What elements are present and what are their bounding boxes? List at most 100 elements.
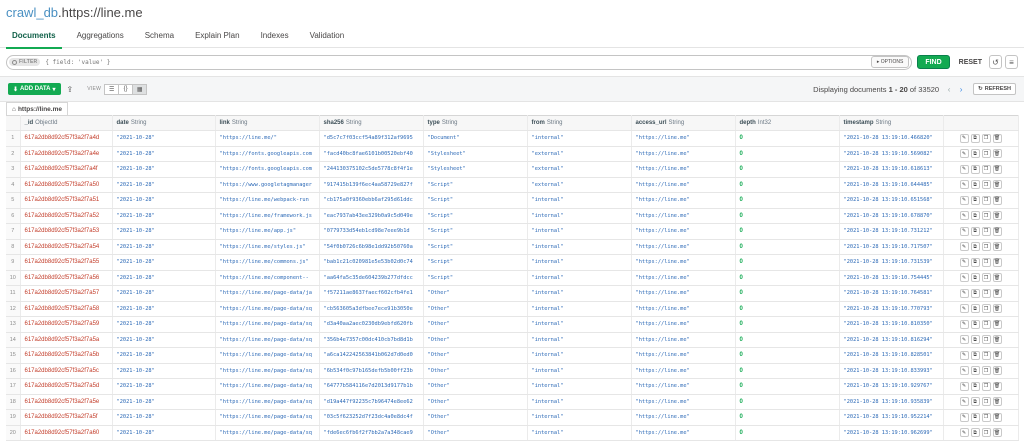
clone-icon[interactable]: ❐	[981, 335, 991, 345]
cell-access-url[interactable]: "https://line.me"	[631, 270, 736, 286]
cell-from[interactable]: "internal"	[527, 130, 632, 147]
cell-id[interactable]: 617a2db8d92cf57f3a2f7a52	[20, 208, 113, 224]
cell-access-url[interactable]: "https://line.me"	[631, 285, 736, 302]
tab-aggregations[interactable]: Aggregations	[71, 27, 130, 48]
cell-depth[interactable]: 0	[735, 208, 840, 224]
clone-icon[interactable]: ❐	[981, 149, 991, 159]
add-data-button[interactable]: ⬇ ADD DATA ▾	[8, 83, 61, 95]
cell-type[interactable]: "Other"	[423, 394, 528, 410]
cell-access-url[interactable]: "https://line.me"	[631, 332, 736, 348]
edit-icon[interactable]: ✎	[959, 412, 969, 422]
cell-link[interactable]: "https://line.me/page-data/sq	[215, 301, 320, 317]
edit-icon[interactable]: ✎	[959, 149, 969, 159]
cell-date[interactable]: "2021-10-28"	[112, 177, 216, 193]
history-icon[interactable]: ↺	[989, 55, 1002, 69]
cell-date[interactable]: "2021-10-28"	[112, 394, 216, 410]
cell-id[interactable]: 617a2db8d92cf57f3a2f7a56	[20, 270, 113, 286]
copy-icon[interactable]: ⧉	[970, 350, 980, 360]
tab-documents[interactable]: Documents	[6, 27, 62, 49]
cell-type[interactable]: "Document"	[423, 130, 528, 147]
database-link[interactable]: crawl_db	[6, 5, 58, 20]
cell-type[interactable]: "Script"	[423, 254, 528, 271]
cell-sha256[interactable]: "917415b139f6ec4aa58729e827f	[319, 177, 424, 193]
cell-timestamp[interactable]: "2021-10-28 13:19:10.816294"	[839, 332, 944, 348]
cell-sha256[interactable]: "6b534f0c97b165defb5b00ff23b	[319, 363, 424, 379]
cell-sha256[interactable]: "bab1c21c020981e5e53b02d0c74	[319, 254, 424, 271]
cell-link[interactable]: "https://line.me/framework.js	[215, 208, 320, 224]
cell-depth[interactable]: 0	[735, 363, 840, 379]
delete-icon[interactable]: 🗑	[992, 195, 1002, 205]
next-page-icon[interactable]: ›	[955, 84, 967, 95]
cell-type[interactable]: "Other"	[423, 425, 528, 441]
edit-icon[interactable]: ✎	[959, 397, 969, 407]
cell-depth[interactable]: 0	[735, 425, 840, 441]
cell-from[interactable]: "internal"	[527, 394, 632, 410]
clone-icon[interactable]: ❐	[981, 273, 991, 283]
cell-id[interactable]: 617a2db8d92cf57f3a2f7a58	[20, 301, 113, 317]
cell-timestamp[interactable]: "2021-10-28 13:19:10.929767"	[839, 378, 944, 395]
cell-type[interactable]: "Script"	[423, 208, 528, 224]
cell-depth[interactable]: 0	[735, 301, 840, 317]
cell-depth[interactable]: 0	[735, 347, 840, 364]
cell-timestamp[interactable]: "2021-10-28 13:19:10.754445"	[839, 270, 944, 286]
cell-from[interactable]: "internal"	[527, 192, 632, 209]
column-header[interactable]: sha256 String	[319, 115, 424, 131]
cell-sha256[interactable]: "aa64fa5c35de604239b277dfdcc	[319, 270, 424, 286]
column-header[interactable]: depth Int32	[735, 115, 840, 131]
cell-type[interactable]: "Other"	[423, 347, 528, 364]
cell-access-url[interactable]: "https://line.me"	[631, 347, 736, 364]
cell-timestamp[interactable]: "2021-10-28 13:19:10.935839"	[839, 394, 944, 410]
cell-from[interactable]: "internal"	[527, 223, 632, 240]
cell-timestamp[interactable]: "2021-10-28 13:19:10.569082"	[839, 146, 944, 162]
copy-icon[interactable]: ⧉	[970, 273, 980, 283]
cell-access-url[interactable]: "https://line.me"	[631, 192, 736, 209]
column-header[interactable]: type String	[423, 115, 528, 131]
cell-sha256[interactable]: "cb563605a3dfbee7ece91b3050e	[319, 301, 424, 317]
cell-sha256[interactable]: "f57211ae8637faecf602cfb4fe1	[319, 285, 424, 302]
copy-icon[interactable]: ⧉	[970, 304, 980, 314]
list-view-icon[interactable]: ☰	[104, 83, 120, 95]
cell-date[interactable]: "2021-10-28"	[112, 223, 216, 240]
clone-icon[interactable]: ❐	[981, 412, 991, 422]
cell-timestamp[interactable]: "2021-10-28 13:19:10.717507"	[839, 239, 944, 255]
cell-link[interactable]: "https://line.me/webpack-run	[215, 192, 320, 209]
cell-id[interactable]: 617a2db8d92cf57f3a2f7a4f	[20, 161, 113, 178]
edit-icon[interactable]: ✎	[959, 195, 969, 205]
cell-type[interactable]: "Other"	[423, 409, 528, 426]
cell-date[interactable]: "2021-10-28"	[112, 285, 216, 302]
cell-id[interactable]: 617a2db8d92cf57f3a2f7a55	[20, 254, 113, 271]
clone-icon[interactable]: ❐	[981, 257, 991, 267]
cell-access-url[interactable]: "https://line.me"	[631, 239, 736, 255]
delete-icon[interactable]: 🗑	[992, 381, 1002, 391]
delete-icon[interactable]: 🗑	[992, 211, 1002, 221]
cell-id[interactable]: 617a2db8d92cf57f3a2f7a4d	[20, 130, 113, 147]
cell-access-url[interactable]: "https://line.me"	[631, 254, 736, 271]
cell-from[interactable]: "internal"	[527, 425, 632, 441]
delete-icon[interactable]: 🗑	[992, 133, 1002, 143]
copy-icon[interactable]: ⧉	[970, 257, 980, 267]
column-header[interactable]: from String	[527, 115, 632, 131]
cell-timestamp[interactable]: "2021-10-28 13:19:10.833993"	[839, 363, 944, 379]
column-header[interactable]: date String	[112, 115, 216, 131]
cell-depth[interactable]: 0	[735, 409, 840, 426]
edit-icon[interactable]: ✎	[959, 288, 969, 298]
cell-id[interactable]: 617a2db8d92cf57f3a2f7a5f	[20, 409, 113, 426]
edit-icon[interactable]: ✎	[959, 164, 969, 174]
cell-depth[interactable]: 0	[735, 254, 840, 271]
cell-date[interactable]: "2021-10-28"	[112, 409, 216, 426]
tab-indexes[interactable]: Indexes	[255, 27, 295, 48]
cell-sha256[interactable]: "64777b584116e7d2013d9177b1b	[319, 378, 424, 395]
cell-depth[interactable]: 0	[735, 316, 840, 333]
cell-timestamp[interactable]: "2021-10-28 13:19:10.618613"	[839, 161, 944, 178]
table-view-icon[interactable]: ▦	[132, 83, 148, 95]
cell-sha256[interactable]: "fde6ec6fb6f2f7bb2a7a348cae9	[319, 425, 424, 441]
cell-from[interactable]: "internal"	[527, 347, 632, 364]
clone-icon[interactable]: ❐	[981, 164, 991, 174]
cell-timestamp[interactable]: "2021-10-28 13:19:10.770793"	[839, 301, 944, 317]
delete-icon[interactable]: 🗑	[992, 273, 1002, 283]
json-view-icon[interactable]: {}	[118, 83, 134, 95]
more-options-icon[interactable]: ≡	[1005, 55, 1018, 69]
cell-access-url[interactable]: "https://line.me"	[631, 363, 736, 379]
cell-link[interactable]: "https://line.me/component--	[215, 270, 320, 286]
copy-icon[interactable]: ⧉	[970, 319, 980, 329]
